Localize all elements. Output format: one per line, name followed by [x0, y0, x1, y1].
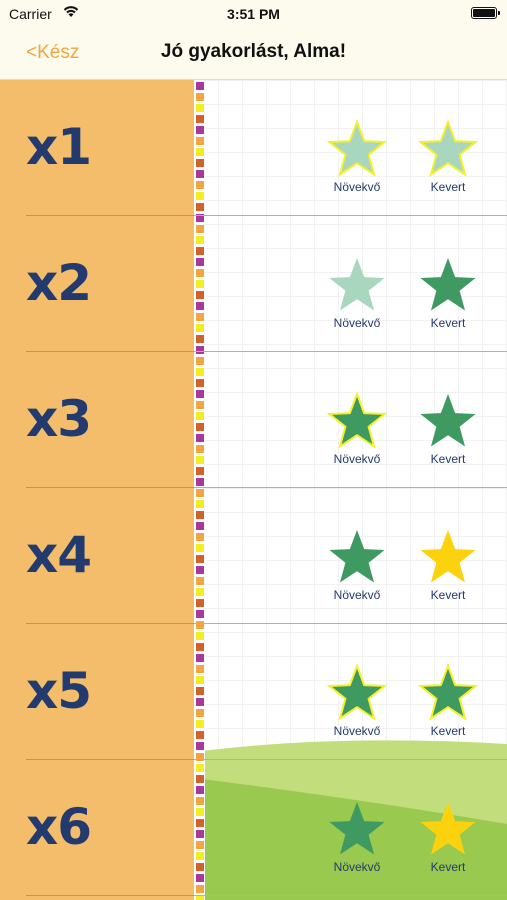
star-icon	[420, 394, 476, 447]
star-icon	[418, 664, 478, 721]
ascending-practice-button[interactable]: Növekvő	[317, 120, 397, 194]
clock: 3:51 PM	[227, 6, 280, 22]
table-row: x2 Növekvő Kevert	[0, 216, 507, 352]
ascending-practice-button[interactable]: Növekvő	[317, 664, 397, 738]
mixed-label: Kevert	[430, 316, 466, 330]
mixed-label: Kevert	[430, 452, 466, 466]
multiplier-label: x4	[26, 526, 92, 584]
star-icon	[420, 258, 476, 311]
table-row: x3 Növekvő Kevert	[0, 352, 507, 488]
navigation-bar: <Kész Jó gyakorlást, Alma!	[0, 28, 507, 80]
ascending-practice-button[interactable]: Növekvő	[317, 392, 397, 466]
multiplier-label: x6	[26, 798, 92, 856]
star-icon	[327, 120, 387, 177]
mixed-label: Kevert	[430, 860, 466, 874]
star-icon	[329, 802, 385, 855]
star-icon	[418, 120, 478, 177]
status-bar: Carrier 3:51 PM	[0, 0, 507, 28]
ascending-label: Növekvő	[333, 452, 381, 466]
ascending-practice-button[interactable]: Növekvő	[317, 256, 397, 330]
star-icon	[329, 530, 385, 583]
mixed-practice-button[interactable]: Kevert	[408, 392, 488, 466]
table-row: x1 Növekvő Kevert	[0, 80, 507, 216]
star-icon	[420, 530, 476, 583]
multiplier-label: x1	[26, 118, 92, 176]
practice-table: x1 Növekvő Kevert x2 Növekvő Kevert x3 Növekvő K…	[0, 80, 507, 900]
ascending-label: Növekvő	[333, 860, 381, 874]
mixed-practice-button[interactable]: Kevert	[408, 120, 488, 194]
mixed-label: Kevert	[430, 180, 466, 194]
multiplier-label: x3	[26, 390, 92, 448]
table-row: x6 Növekvő Kevert	[0, 760, 507, 896]
mixed-practice-button[interactable]: Kevert	[408, 664, 488, 738]
ascending-label: Növekvő	[333, 180, 381, 194]
star-icon	[327, 664, 387, 721]
mixed-practice-button[interactable]: Kevert	[408, 800, 488, 874]
ascending-label: Növekvő	[333, 588, 381, 602]
row-divider-left	[26, 895, 194, 896]
star-icon	[327, 392, 387, 449]
star-icon	[329, 258, 385, 311]
table-row: x5 Növekvő Kevert	[0, 624, 507, 760]
ascending-label: Növekvő	[333, 724, 381, 738]
star-icon	[420, 802, 476, 855]
multiplier-label: x2	[26, 254, 92, 312]
mixed-practice-button[interactable]: Kevert	[408, 528, 488, 602]
ascending-practice-button[interactable]: Növekvő	[317, 800, 397, 874]
mixed-label: Kevert	[430, 724, 466, 738]
ascending-label: Növekvő	[333, 316, 381, 330]
page-title: Jó gyakorlást, Alma!	[160, 41, 347, 62]
mixed-practice-button[interactable]: Kevert	[408, 256, 488, 330]
ascending-practice-button[interactable]: Növekvő	[317, 528, 397, 602]
multiplier-label: x5	[26, 662, 92, 720]
mixed-label: Kevert	[430, 588, 466, 602]
battery-icon	[471, 7, 500, 19]
table-row: x4 Növekvő Kevert	[0, 488, 507, 624]
